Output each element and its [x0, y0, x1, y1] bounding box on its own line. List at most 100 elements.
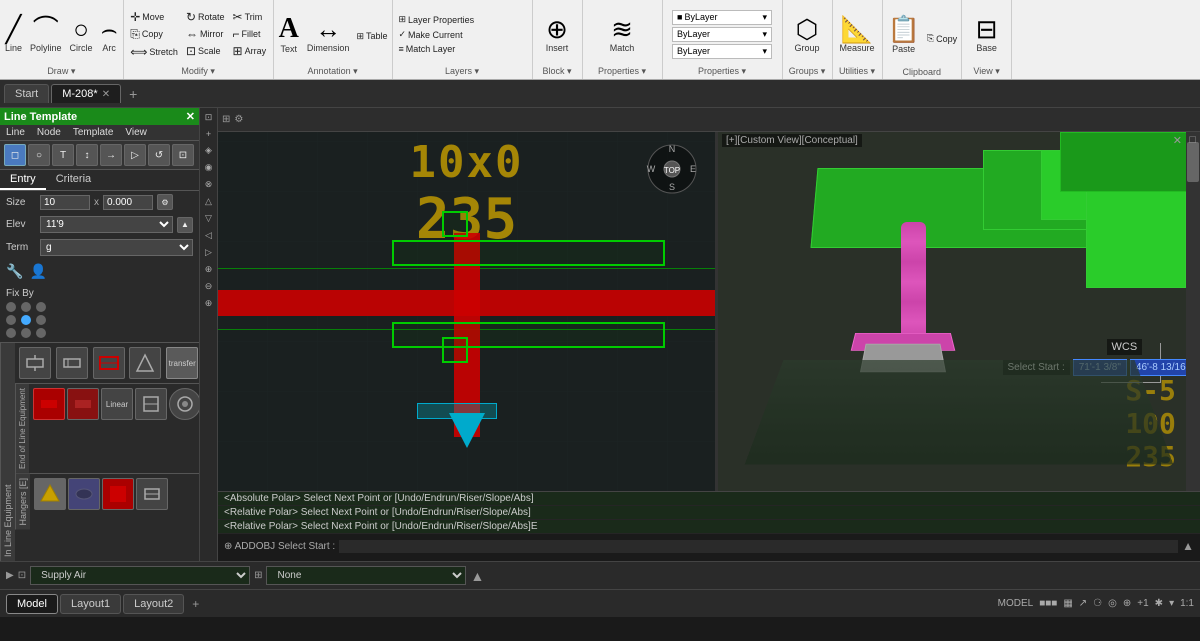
- utilities-group-label[interactable]: Utilities ▾: [835, 66, 880, 77]
- tab-layout2[interactable]: Layout2: [123, 594, 184, 614]
- hanger-1[interactable]: [34, 478, 66, 510]
- move-btn[interactable]: ✛ Move: [128, 9, 180, 25]
- copy-btn[interactable]: ⎘ Copy: [128, 26, 180, 43]
- tab-criteria[interactable]: Criteria: [46, 170, 101, 190]
- copy-clipboard-btn[interactable]: ⎘ Copy: [925, 32, 959, 45]
- vtool-1[interactable]: ⊡: [203, 110, 215, 125]
- viewport-3d-close[interactable]: ✕: [1173, 134, 1182, 147]
- vtool-2[interactable]: +: [204, 127, 213, 141]
- arc-btn[interactable]: ⌢ Arc: [98, 14, 121, 55]
- supply-arrow[interactable]: ▲: [470, 568, 484, 584]
- vtool-6[interactable]: △: [203, 194, 214, 209]
- bylayer-dropdown-2[interactable]: ByLayer ▾: [672, 27, 772, 42]
- tab-start[interactable]: Start: [4, 84, 49, 103]
- dot-3[interactable]: [36, 302, 46, 312]
- end-item-1[interactable]: [33, 388, 65, 420]
- match-layer-btn[interactable]: ≡ Match Layer: [397, 43, 458, 55]
- model-status[interactable]: MODEL: [998, 598, 1034, 609]
- equip-item-2[interactable]: [56, 347, 88, 379]
- viewport-3d-scrollbar[interactable]: [1186, 132, 1200, 491]
- scrollbar-thumb[interactable]: [1187, 142, 1199, 182]
- trim-btn[interactable]: ✂ Trim: [231, 9, 269, 25]
- hanger-4[interactable]: [136, 478, 168, 510]
- supply-system-select[interactable]: Supply Air: [30, 566, 250, 585]
- polar-toggle[interactable]: ⚆: [1093, 598, 1102, 609]
- tool-resize[interactable]: ↕: [76, 144, 98, 166]
- dot-8[interactable]: [21, 328, 31, 338]
- menu-node[interactable]: Node: [31, 125, 67, 140]
- match-properties-btn[interactable]: ≋ Match: [607, 14, 638, 55]
- vtool-10[interactable]: ⊕: [203, 262, 215, 277]
- dot-7[interactable]: [6, 328, 16, 338]
- tab-m208[interactable]: M-208* ✕: [51, 84, 121, 103]
- match-group-label[interactable]: Properties ▾: [585, 66, 660, 77]
- size-input[interactable]: [40, 195, 90, 210]
- block-group-label[interactable]: Block ▾: [535, 66, 580, 77]
- tab-model[interactable]: Model: [6, 594, 58, 614]
- anno-toggle[interactable]: +1: [1137, 598, 1148, 609]
- x-input[interactable]: [103, 195, 153, 210]
- dot-2[interactable]: [21, 302, 31, 312]
- mirror-btn[interactable]: ⇔ Mirror: [184, 26, 227, 42]
- vp-cross-btn[interactable]: ⊞: [222, 114, 230, 125]
- dot-1[interactable]: [6, 302, 16, 312]
- otrack-toggle[interactable]: ⊕: [1123, 598, 1131, 609]
- tool-rotate2[interactable]: ↺: [148, 144, 170, 166]
- dimension-btn[interactable]: ↔ Dimension: [304, 14, 353, 55]
- menu-line[interactable]: Line: [0, 125, 31, 140]
- supply-expand-icon[interactable]: ▶: [6, 570, 14, 581]
- left-panel-close[interactable]: ✕: [186, 110, 195, 123]
- tool-grid[interactable]: ⊡: [172, 144, 194, 166]
- equip-item-1[interactable]: [19, 347, 51, 379]
- vp-settings-btn[interactable]: ⚙: [234, 114, 243, 125]
- fillet-btn[interactable]: ⌐ Fillet: [231, 26, 269, 42]
- tool-arrow[interactable]: →: [100, 144, 122, 166]
- view-dropdown[interactable]: ▾: [1169, 598, 1174, 609]
- size-settings-btn[interactable]: ⚙: [157, 194, 173, 210]
- equip-item-4[interactable]: [129, 347, 161, 379]
- console-expand-btn[interactable]: ▲: [1182, 539, 1194, 553]
- vtool-7[interactable]: ▽: [203, 211, 214, 226]
- osnap-toggle[interactable]: ◎: [1108, 598, 1117, 609]
- text-btn[interactable]: A Text: [276, 13, 302, 56]
- measure-btn[interactable]: 📐 Measure: [836, 14, 877, 55]
- elev-up-btn[interactable]: ▲: [177, 217, 193, 233]
- vtool-9[interactable]: ▷: [203, 245, 214, 260]
- add-layout-btn[interactable]: +: [186, 594, 205, 614]
- tab-add-btn[interactable]: +: [123, 83, 143, 105]
- viewport-3d-maximize[interactable]: □: [1189, 134, 1196, 146]
- snap-toggle[interactable]: ▦: [1063, 598, 1072, 609]
- hanger-3[interactable]: [102, 478, 134, 510]
- tab-entry[interactable]: Entry: [0, 170, 46, 190]
- clipboard-group-label[interactable]: Clipboard: [885, 67, 960, 77]
- circle-btn[interactable]: ○ Circle: [67, 14, 96, 55]
- groups-group-label[interactable]: Groups ▾: [785, 66, 830, 77]
- modify-group-label[interactable]: Modify ▾: [126, 66, 271, 77]
- menu-view[interactable]: View: [119, 125, 153, 140]
- elev-select[interactable]: 11'9: [40, 216, 173, 233]
- vtool-8[interactable]: ◁: [203, 228, 214, 243]
- viewport-3d[interactable]: [+][Custom View][Conceptual] S-51002: [718, 132, 1200, 491]
- tool-triangle[interactable]: ▷: [124, 144, 146, 166]
- insert-btn[interactable]: ⊕ Insert: [543, 14, 572, 55]
- line-btn[interactable]: ╱ Line: [2, 14, 25, 55]
- scale-btn[interactable]: ⊡ Scale: [184, 43, 227, 59]
- tab-layout1[interactable]: Layout1: [60, 594, 121, 614]
- equip-item-3[interactable]: [93, 347, 125, 379]
- dot-6[interactable]: [36, 315, 46, 325]
- term-select[interactable]: g: [40, 239, 193, 256]
- ortho-toggle[interactable]: ↗: [1079, 598, 1087, 609]
- polyline-btn[interactable]: ⌒ Polyline: [27, 14, 65, 55]
- base-btn[interactable]: ⊟ Base: [973, 14, 1001, 55]
- none-select[interactable]: None: [266, 566, 466, 585]
- console-input[interactable]: [339, 540, 1178, 553]
- group-btn[interactable]: ⬡ Group: [791, 14, 822, 55]
- bylayer-dropdown-1[interactable]: ■ ByLayer ▾: [672, 10, 772, 25]
- vtool-3[interactable]: ◈: [203, 143, 214, 158]
- properties-group-label[interactable]: Properties ▾: [665, 66, 780, 77]
- dot-5[interactable]: [21, 315, 31, 325]
- make-current-btn[interactable]: ✓ Make Current: [397, 28, 465, 41]
- bylayer-dropdown-3[interactable]: ByLayer ▾: [672, 44, 772, 59]
- rotate-btn[interactable]: ↻ Rotate: [184, 9, 227, 25]
- vtool-11[interactable]: ⊖: [203, 279, 215, 294]
